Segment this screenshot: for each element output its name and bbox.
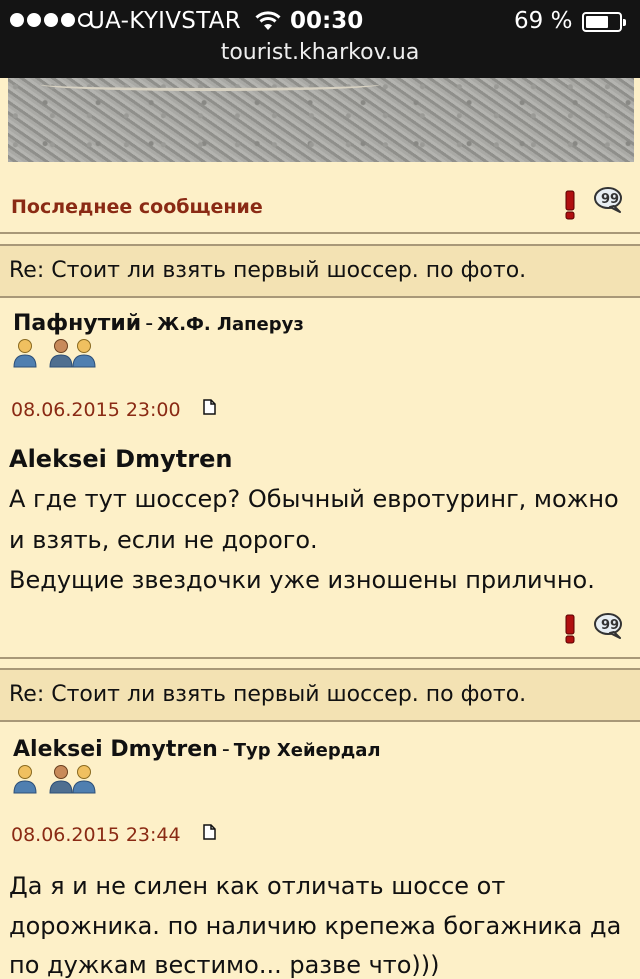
quoted-author: Aleksei Dmytren bbox=[9, 445, 233, 473]
report-icon[interactable] bbox=[564, 190, 576, 220]
group-icon bbox=[49, 765, 96, 794]
author-rank: Тур Хейердал bbox=[233, 740, 381, 761]
author-separator: - bbox=[221, 737, 230, 762]
message-line: А где тут шоссер? Обычный евротуринг, мо… bbox=[9, 485, 619, 513]
message-line: Ведущие звездочки уже изношены прилично. bbox=[9, 566, 595, 594]
author-separator: - bbox=[145, 311, 154, 336]
divider bbox=[0, 657, 640, 659]
battery-nub bbox=[623, 19, 626, 26]
message-line: Да я и не силен как отличать шоссе от bbox=[9, 872, 506, 900]
post-date: 08.06.2015 23:44 bbox=[11, 824, 181, 846]
wifi-icon bbox=[255, 11, 281, 30]
user-icon bbox=[13, 765, 37, 794]
permalink-icon[interactable] bbox=[203, 824, 216, 840]
post-author-line: Aleksei Dmytren - Тур Хейердал bbox=[13, 737, 381, 762]
thread-title-bar: Re: Стоит ли взять первый шоссер. по фот… bbox=[0, 668, 640, 722]
battery-icon bbox=[582, 12, 622, 32]
user-icon bbox=[13, 339, 37, 368]
group-icon bbox=[49, 339, 96, 368]
message-line: и взять, если не дорого. bbox=[9, 526, 318, 554]
status-bar: UA-KYIVSTAR 00:30 69 % tourist.kharkov.u… bbox=[0, 0, 640, 78]
last-message-link[interactable]: Последнее сообщение bbox=[11, 196, 263, 218]
svg-text:99: 99 bbox=[601, 192, 619, 207]
clock: 00:30 bbox=[290, 8, 364, 34]
battery-level-fill bbox=[586, 16, 608, 28]
user-icons bbox=[12, 338, 98, 368]
user-icons bbox=[12, 764, 98, 794]
permalink-icon[interactable] bbox=[203, 399, 216, 415]
quote-icon[interactable]: 99 bbox=[592, 186, 624, 214]
signal-strength-icon bbox=[10, 13, 92, 27]
author-rank: Ж.Ф. Лаперуз bbox=[157, 314, 304, 335]
thread-title[interactable]: Re: Стоит ли взять первый шоссер. по фот… bbox=[9, 258, 526, 283]
photo-detail bbox=[40, 78, 380, 91]
post-date: 08.06.2015 23:00 bbox=[11, 399, 181, 421]
author-name[interactable]: Aleksei Dmytren bbox=[13, 737, 218, 762]
thread-title[interactable]: Re: Стоит ли взять первый шоссер. по фот… bbox=[9, 682, 526, 707]
thread-title-bar: Re: Стоит ли взять первый шоссер. по фот… bbox=[0, 244, 640, 298]
message-line: по дужкам вестимо... разве что))) bbox=[9, 951, 440, 979]
report-icon[interactable] bbox=[564, 614, 576, 644]
post-photo[interactable] bbox=[8, 78, 634, 162]
address-bar-url[interactable]: tourist.kharkov.ua bbox=[0, 40, 640, 65]
battery-percent: 69 % bbox=[514, 8, 573, 34]
carrier-name: UA-KYIVSTAR bbox=[88, 8, 242, 34]
message-line: дорожника. по наличию крепежа богажника … bbox=[9, 912, 622, 940]
divider bbox=[0, 232, 640, 234]
svg-text:99: 99 bbox=[601, 618, 619, 633]
quote-icon[interactable]: 99 bbox=[592, 612, 624, 640]
post-author-line: Пафнутий - Ж.Ф. Лаперуз bbox=[13, 311, 304, 336]
author-name[interactable]: Пафнутий bbox=[13, 311, 141, 336]
